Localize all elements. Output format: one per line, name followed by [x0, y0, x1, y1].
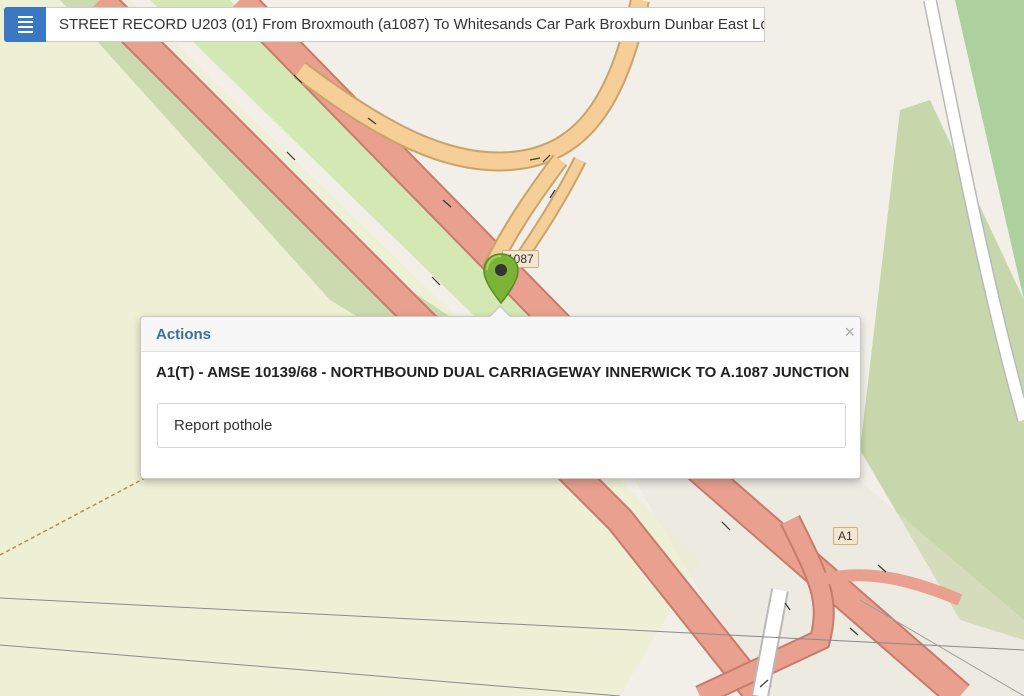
- road-section-heading: A1(T) - AMSE 10139/68 - NORTHBOUND DUAL …: [156, 364, 850, 381]
- popup-title: Actions: [156, 326, 212, 343]
- popup-pointer-inner: [490, 307, 510, 317]
- map-pin-icon[interactable]: [483, 253, 519, 305]
- road-label-a1: A1: [833, 527, 858, 545]
- actions-popup: Actions × A1(T) - AMSE 10139/68 - NORTHB…: [140, 316, 861, 479]
- close-icon[interactable]: ×: [844, 323, 855, 341]
- hamburger-menu-icon: [17, 15, 33, 35]
- popup-header: Actions ×: [141, 317, 860, 352]
- street-record-title: STREET RECORD U203 (01) From Broxmouth (…: [46, 7, 765, 42]
- report-pothole-button[interactable]: Report pothole: [157, 403, 846, 448]
- menu-button[interactable]: [4, 7, 46, 42]
